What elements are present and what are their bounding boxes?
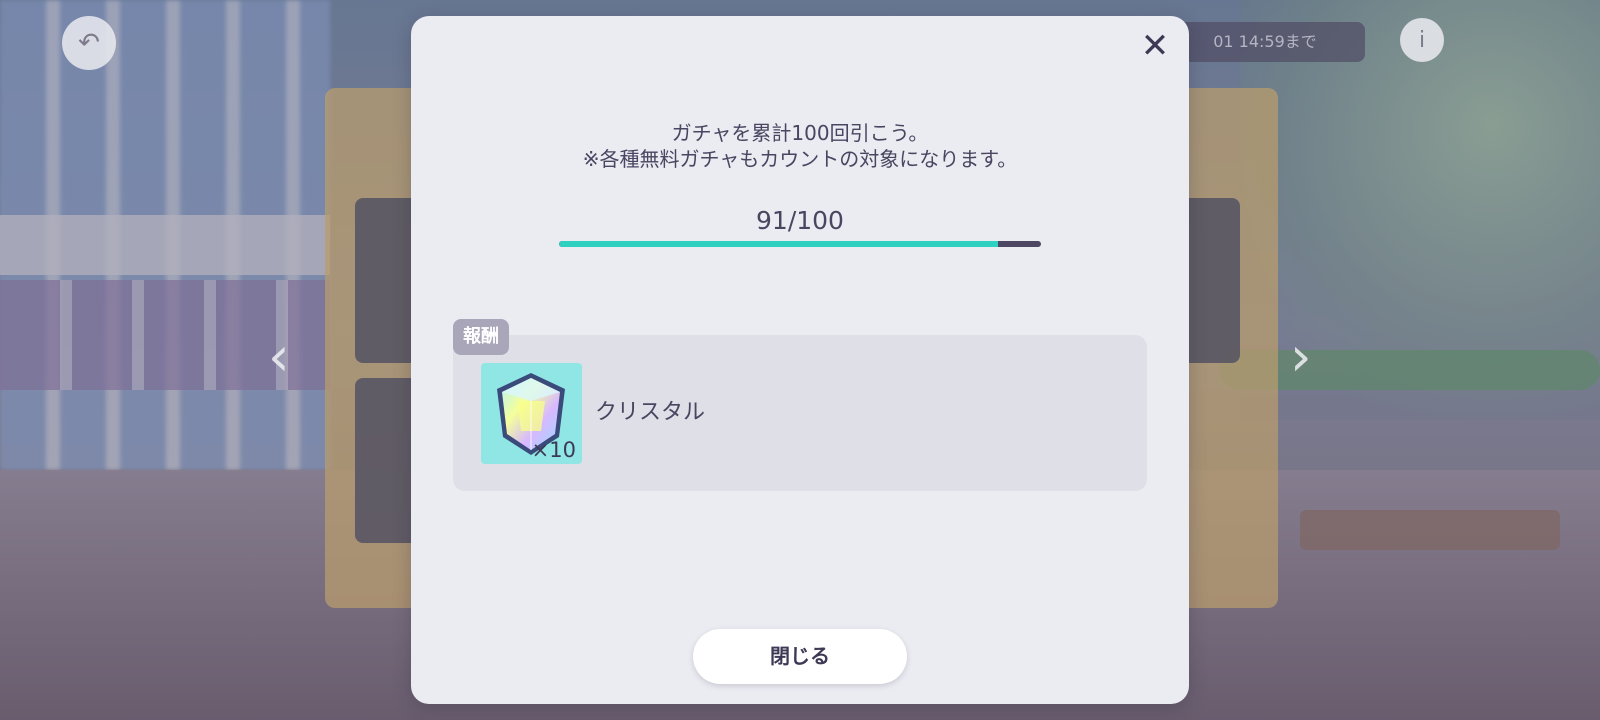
back-button[interactable]: ↶ (62, 16, 116, 70)
close-button[interactable]: 閉じる (693, 629, 907, 684)
progress-bar (559, 241, 1041, 247)
mission-description: ガチャを累計100回引こう。 ※各種無料ガチャもカウントの対象になります。 (411, 120, 1189, 172)
mission-note: ※各種無料ガチャもカウントの対象になります。 (582, 147, 1018, 171)
event-timer: 01 14:59まで (1165, 22, 1365, 62)
next-arrow-icon[interactable]: › (1290, 330, 1312, 384)
reward-quantity: ×10 (531, 438, 576, 462)
back-arrow-icon: ↶ (78, 28, 100, 58)
info-button[interactable]: i (1400, 18, 1444, 62)
progress-count: 91/100 (756, 206, 844, 235)
prev-arrow-icon[interactable]: ‹ (268, 330, 290, 384)
reward-item: ×10 (481, 363, 582, 464)
mission-dialog: ✕ ガチャを累計100回引こう。 ※各種無料ガチャもカウントの対象になります。 … (411, 16, 1189, 704)
info-icon: i (1418, 27, 1426, 53)
reward-name: クリスタル (595, 400, 706, 425)
reward-panel: ×10 クリスタル (453, 335, 1147, 491)
progress-bar-fill (559, 241, 998, 247)
mission-title: ガチャを累計100回引こう。 (671, 121, 929, 145)
close-icon[interactable]: ✕ (1135, 26, 1175, 66)
reward-tag: 報酬 (453, 319, 509, 355)
